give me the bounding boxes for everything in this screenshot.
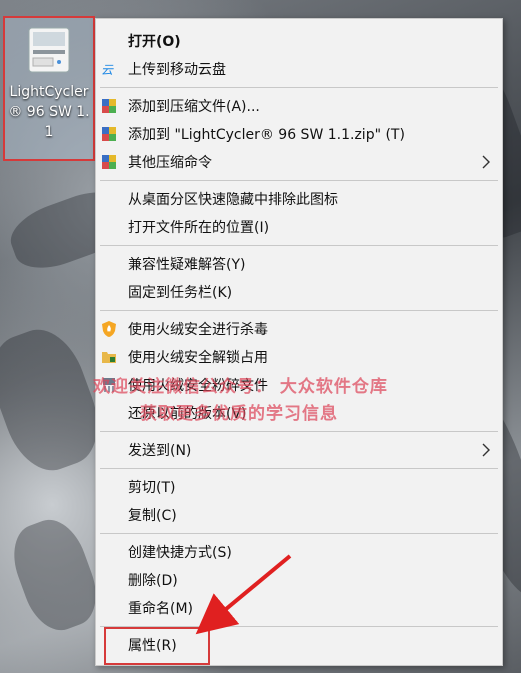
pointer-arrow-annotation xyxy=(195,554,292,635)
